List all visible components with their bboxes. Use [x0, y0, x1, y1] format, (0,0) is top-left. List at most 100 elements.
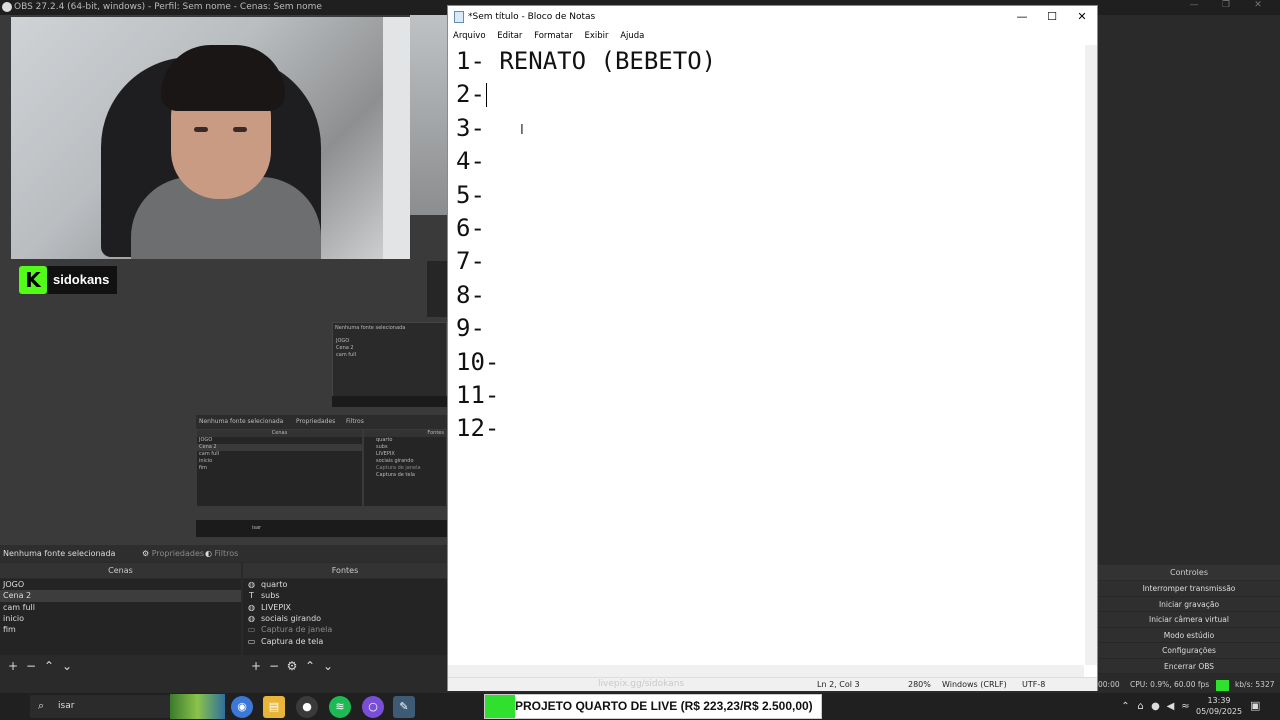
scene-item-cena-2[interactable]: Cena 2 — [0, 590, 241, 602]
stop-streaming-button[interactable]: Interromper transmissão — [1098, 581, 1280, 597]
add-scene-icon[interactable]: + — [4, 657, 22, 675]
menu-formatar[interactable]: Formatar — [534, 31, 573, 41]
text-line-2: 2- — [456, 78, 1084, 111]
studio-mode-button[interactable]: Modo estúdio — [1098, 627, 1280, 643]
properties-label: Propriedades — [151, 549, 205, 558]
chevron-up-icon[interactable]: ⌃ — [1118, 693, 1133, 720]
move-up-icon[interactable]: ⌃ — [301, 657, 319, 675]
clock-date: 05/09/2025 — [1196, 707, 1243, 716]
zoom-level: 280% — [908, 680, 931, 689]
obs-taskbar-icon[interactable]: ● — [296, 696, 318, 718]
source-label: Captura de janela — [261, 625, 333, 635]
recursive-preview-tiny — [427, 261, 447, 317]
properties-button[interactable]: ⚙ Propriedades — [142, 545, 204, 562]
mini-scenes-header: Cenas — [197, 430, 362, 437]
minimize-icon[interactable]: — — [1007, 6, 1037, 28]
goal-progress-fill — [485, 695, 515, 718]
webcam-feed — [11, 17, 410, 259]
start-recording-button[interactable]: Iniciar gravação — [1098, 596, 1280, 612]
notepad-text-area[interactable]: 1- RENATO (BEBETO) 2- 3- 4- 5- 6- 7- 8- … — [448, 45, 1084, 665]
mini-filters: Filtros — [346, 418, 364, 425]
mini-source-5: Captura de janela — [376, 465, 421, 471]
mini-properties: Propriedades — [296, 418, 336, 425]
text-line-2-content: 2- — [456, 80, 485, 109]
file-explorer-icon[interactable]: ▤ — [263, 696, 285, 718]
obs-status-bar: 00:00 CPU: 0.9%, 60.00 fps kb/s: 5327 — [1098, 677, 1280, 693]
search-highlight-image[interactable] — [170, 694, 225, 719]
close-icon[interactable]: ✕ — [1242, 0, 1274, 10]
add-source-icon[interactable]: + — [247, 657, 265, 675]
recursive-dock-bar: Nenhuma fonte selecionada Propriedades F… — [196, 415, 447, 429]
globe-icon: ◍ — [248, 580, 255, 590]
maximize-icon[interactable]: ☐ — [1037, 6, 1067, 28]
globe-icon: ◍ — [248, 614, 255, 624]
exit-obs-button[interactable]: Encerrar OBS — [1098, 658, 1280, 674]
obs-preview[interactable]: K sidokans Nenhuma fonte selecionada JOG… — [0, 15, 447, 545]
horizontal-scrollbar[interactable] — [448, 665, 1084, 677]
chrome-icon[interactable]: ◉ — [231, 696, 253, 718]
menu-editar[interactable]: Editar — [497, 31, 522, 41]
settings-button[interactable]: Configurações — [1098, 643, 1280, 659]
mini-scene-2: Cena 2 — [197, 444, 362, 451]
start-virtual-camera-button[interactable]: Iniciar câmera virtual — [1098, 612, 1280, 628]
microphone-icon[interactable]: ● — [1148, 693, 1163, 720]
mini-scene-3: cam full — [199, 451, 219, 457]
move-up-icon[interactable]: ⌃ — [40, 657, 58, 675]
vertical-scrollbar[interactable] — [1085, 45, 1097, 665]
text-line-5: 5- — [456, 180, 485, 209]
move-down-icon[interactable]: ⌄ — [58, 657, 76, 675]
network-icon[interactable]: ⌂ — [1133, 693, 1148, 720]
source-item-subs[interactable]: Tsubs — [243, 590, 447, 601]
notepad-taskbar-icon[interactable]: ✎ — [393, 696, 415, 718]
obs-logo-icon — [2, 2, 12, 12]
volume-icon[interactable]: ◀ — [1163, 693, 1178, 720]
menu-exibir[interactable]: Exibir — [585, 31, 609, 41]
text-line-4: 4- — [456, 147, 485, 176]
menu-arquivo[interactable]: Arquivo — [453, 31, 486, 41]
sources-list[interactable]: ◍ quarto Tsubs ◍ LIVEPIX ◍ sociais girando … — [243, 579, 447, 655]
close-icon[interactable]: ✕ — [1067, 6, 1097, 28]
scenes-list[interactable]: JOGO Cena 2 cam full inicio fim — [0, 579, 241, 655]
wifi-icon[interactable]: ≈ — [1178, 693, 1193, 720]
move-down-icon[interactable]: ⌄ — [319, 657, 337, 675]
scene-item-fim[interactable]: fim — [0, 624, 241, 635]
minimize-icon[interactable]: — — [1178, 0, 1210, 10]
livepix-goal-bar: PROJETO QUARTO DE LIVE (R$ 223,23/R$ 2.5… — [484, 694, 822, 719]
taskbar-clock[interactable]: 13:39 05/09/2025 — [1196, 695, 1242, 717]
source-item-livepix[interactable]: ◍ LIVEPIX — [243, 602, 447, 613]
mini-source-4: sociais girando — [376, 458, 414, 464]
mini-source-3: LIVEPIX — [376, 451, 395, 457]
source-item-captura-janela[interactable]: ▭ Captura de janela — [243, 624, 447, 635]
source-item-captura-tela[interactable]: ▭ Captura de tela — [243, 635, 447, 646]
text-caret — [485, 83, 487, 108]
taskbar-search-box[interactable]: isar — [30, 695, 170, 718]
recursive-sources-list: Fontes quarto subs LIVEPIX sociais giran… — [363, 429, 447, 507]
mini-no-source: Nenhuma fonte selecionada — [199, 418, 284, 425]
menu-ajuda[interactable]: Ajuda — [620, 31, 644, 41]
mini-sources-header: Fontes — [364, 430, 446, 437]
source-settings-icon[interactable]: ⚙ — [283, 657, 301, 675]
mini-search-text: isar — [252, 525, 262, 531]
scene-item-jogo[interactable]: JOGO — [0, 579, 241, 590]
mini-small-header: Nenhuma fonte selecionada — [335, 325, 406, 331]
notepad-titlebar[interactable]: *Sem título - Bloco de Notas — [448, 6, 1097, 28]
filters-button[interactable]: ◐ Filtros — [205, 545, 238, 562]
maximize-icon[interactable]: ❐ — [1210, 0, 1242, 10]
remove-source-icon[interactable]: − — [265, 657, 283, 675]
text-line-11: 11- — [456, 380, 500, 409]
remove-scene-icon[interactable]: − — [22, 657, 40, 675]
source-item-quarto[interactable]: ◍ quarto — [243, 579, 447, 590]
text-line-3: 3- — [456, 113, 485, 142]
scene-item-inicio[interactable]: inicio — [0, 613, 241, 624]
ibeam-cursor-icon: I — [520, 123, 524, 138]
text-line-7: 7- — [456, 247, 485, 276]
kick-brand-overlay: K sidokans — [19, 265, 118, 295]
spotify-icon[interactable]: ≋ — [329, 696, 351, 718]
source-item-sociais-girando[interactable]: ◍ sociais girando — [243, 613, 447, 624]
scene-item-cam-full[interactable]: cam full — [0, 602, 241, 613]
notification-icon[interactable]: ▣ — [1250, 699, 1260, 712]
app-circle-icon[interactable]: ○ — [362, 696, 384, 718]
mini-source-2: subs — [376, 444, 388, 450]
gear-icon: ⚙ — [142, 549, 150, 558]
preview-room-strip — [410, 15, 447, 215]
